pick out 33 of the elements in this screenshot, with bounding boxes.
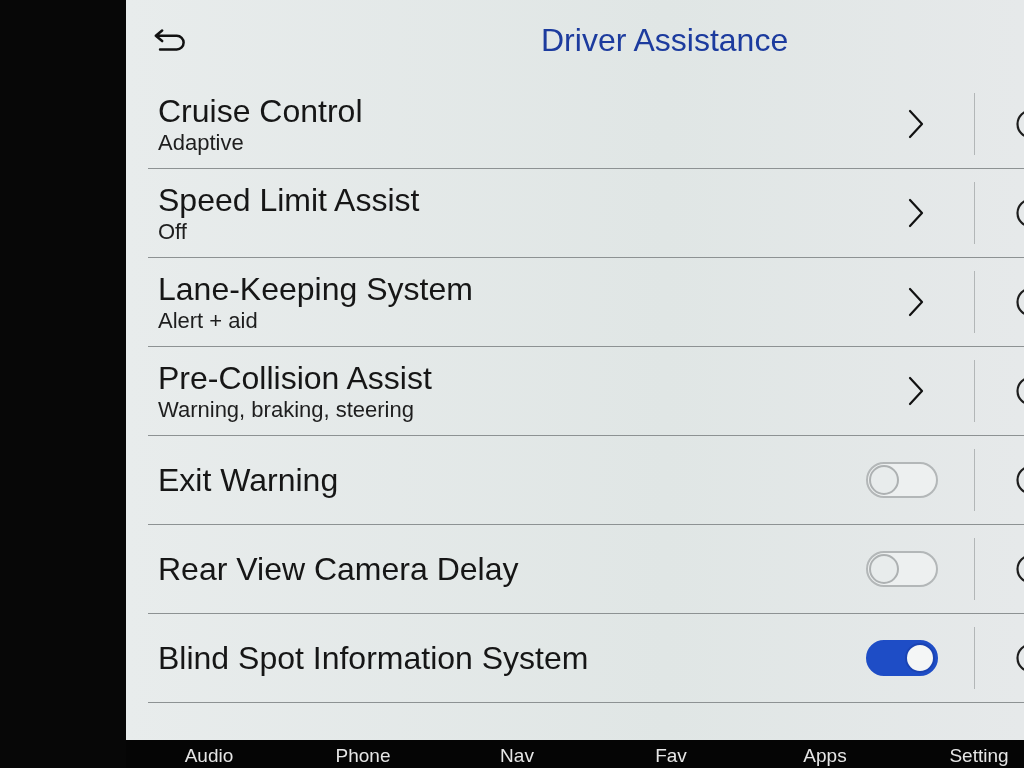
nav-item[interactable]: Audio [184, 744, 234, 768]
setting-value: Adaptive [158, 130, 244, 156]
setting-label: Blind Spot Information System [158, 639, 589, 677]
back-icon[interactable] [154, 29, 186, 51]
screen-title: Driver Assistance [541, 21, 789, 59]
chevron-right-icon[interactable] [908, 287, 924, 317]
ring-icon[interactable] [1015, 643, 1024, 673]
chevron-right-icon[interactable] [908, 109, 924, 139]
toggle-switch[interactable] [866, 551, 938, 587]
ring-icon[interactable] [1015, 198, 1024, 228]
chevron-right-icon[interactable] [908, 198, 924, 228]
toggle-switch[interactable] [866, 640, 938, 676]
nav-item[interactable]: Setting [949, 744, 1009, 768]
setting-label: Pre-Collision Assist [158, 359, 432, 397]
setting-label: Lane-Keeping System [158, 270, 473, 308]
nav-item[interactable]: Apps [803, 744, 847, 768]
setting-label: Exit Warning [158, 461, 339, 499]
ring-icon[interactable] [1015, 376, 1024, 406]
toggle-switch[interactable] [866, 462, 938, 498]
setting-label: Cruise Control [158, 92, 363, 130]
setting-label: Rear View Camera Delay [158, 550, 519, 588]
ring-icon[interactable] [1015, 109, 1024, 139]
chevron-right-icon[interactable] [908, 376, 924, 406]
nav-item[interactable]: Phone [335, 744, 391, 768]
ring-icon[interactable] [1015, 554, 1024, 584]
setting-label: Speed Limit Assist [158, 181, 420, 219]
nav-item[interactable]: Nav [500, 744, 534, 768]
ring-icon[interactable] [1015, 465, 1024, 495]
setting-value: Off [158, 219, 187, 245]
nav-item[interactable]: Fav [655, 744, 687, 768]
ring-icon[interactable] [1015, 287, 1024, 317]
setting-value: Warning, braking, steering [158, 397, 414, 423]
setting-value: Alert + aid [158, 308, 258, 334]
